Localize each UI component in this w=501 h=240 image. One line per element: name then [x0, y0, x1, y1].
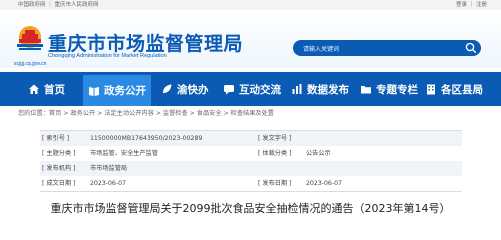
- chart-icon: [292, 84, 302, 94]
- search-box: [293, 40, 481, 56]
- nav-data-release-label: 数据发布: [307, 83, 349, 96]
- leaf-icon: [163, 84, 172, 93]
- nav-special-topics-label: 专题专栏: [376, 83, 418, 96]
- top-utility-bar: 中国政府网 ｜ 重庆市人民政府网 登录 ｜ 注册: [0, 0, 501, 10]
- site-title: 重庆市市场监督管理局: [48, 33, 244, 55]
- building-icon: [427, 84, 435, 95]
- nav-gov-affairs[interactable]: 政务公开: [83, 72, 151, 106]
- nav-districts[interactable]: 各区县局: [425, 72, 483, 106]
- document-meta-table: [ 索引号 ] 11500000MB17643950/2023-00289 [ …: [40, 130, 462, 192]
- search-icon[interactable]: [465, 42, 477, 54]
- nav-yukuaiban-label: 渝快办: [177, 83, 209, 96]
- nav-data-release[interactable]: 数据发布: [291, 72, 349, 106]
- meta-genre: 公告公示: [306, 150, 331, 157]
- search-input[interactable]: [301, 42, 455, 56]
- meta-issuer: 市市场监管局: [90, 165, 128, 172]
- site-subtitle: Chongqing Administration for Market Regu…: [48, 53, 167, 59]
- breadcrumb[interactable]: 您的位置：首页 > 政务公开 > 法定主动公开内容 > 监督检查 > 食品安全 …: [18, 108, 274, 117]
- meta-label: [ 发布机构 ]: [42, 165, 76, 172]
- chat-icon: [224, 85, 234, 95]
- home-icon: [29, 84, 39, 94]
- site-logo-icon: [17, 26, 43, 50]
- nav-special-topics[interactable]: 专题专栏: [360, 72, 418, 106]
- meta-row: [ 成文日期 ] 2023-06-07 [ 发布日期 ] 2023-06-07: [40, 176, 462, 191]
- meta-label: [ 发布日期 ]: [258, 180, 292, 187]
- meta-label: [ 成文日期 ]: [42, 180, 76, 187]
- book-icon: [89, 86, 99, 96]
- login-register-links[interactable]: 登录 ｜ 注册: [456, 0, 487, 10]
- document-title: 重庆市市场监督管理局关于2099批次食品安全抽检情况的通告（2023年第14号）: [50, 202, 451, 215]
- main-nav: 首页 政务公开 渝快办 互动交流 数据发布 专题专栏 各区县局: [0, 72, 501, 106]
- meta-index-no: 11500000MB17643950/2023-00289: [90, 135, 203, 142]
- nav-home-label: 首页: [44, 83, 65, 96]
- meta-label: [ 主题分类 ]: [42, 150, 76, 157]
- nav-interaction[interactable]: 互动交流: [223, 72, 281, 106]
- meta-created-date: 2023-06-07: [90, 180, 126, 187]
- gov-links[interactable]: 中国政府网 ｜ 重庆市人民政府网: [18, 0, 99, 10]
- nav-home[interactable]: 首页: [28, 72, 65, 106]
- meta-label: [ 发文字号 ]: [258, 135, 292, 142]
- folder-icon: [361, 86, 371, 94]
- meta-row: [ 主题分类 ] 市场监管、安全生产监管 [ 体裁分类 ] 公告公示: [40, 146, 462, 161]
- meta-label: [ 索引号 ]: [42, 135, 70, 142]
- nav-interaction-label: 互动交流: [239, 83, 281, 96]
- meta-published-date: 2023-06-07: [306, 180, 342, 187]
- site-domain: scjgj.cq.gov.cn: [14, 61, 47, 67]
- nav-yukuaiban[interactable]: 渝快办: [161, 72, 209, 106]
- meta-row: [ 索引号 ] 11500000MB17643950/2023-00289 [ …: [40, 131, 462, 146]
- meta-row: [ 发布机构 ] 市市场监管局: [40, 161, 462, 176]
- site-header: 重庆市市场监督管理局 Chongqing Administration for …: [0, 10, 501, 68]
- meta-topic: 市场监管、安全生产监管: [90, 150, 159, 157]
- nav-gov-affairs-label: 政务公开: [104, 85, 146, 97]
- meta-label: [ 体裁分类 ]: [258, 150, 292, 157]
- nav-districts-label: 各区县局: [441, 83, 483, 96]
